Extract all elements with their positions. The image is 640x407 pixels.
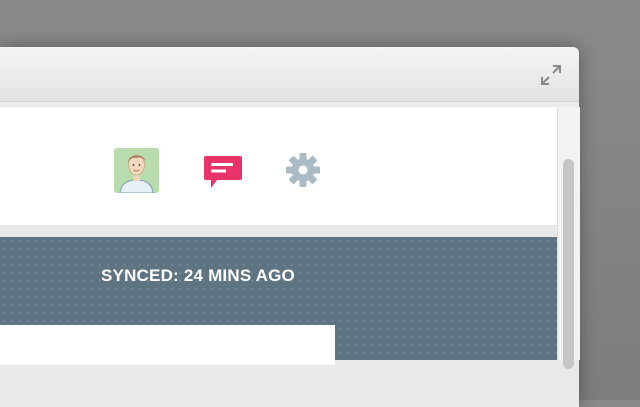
scrollbar-thumb[interactable] (563, 159, 574, 369)
avatar[interactable] (114, 148, 159, 193)
content-card[interactable] (0, 325, 335, 365)
user-avatar-icon (114, 148, 159, 193)
main-content: SYNCED: 24 MINS AGO (0, 237, 557, 365)
sync-status: SYNCED: 24 MINS AGO (101, 266, 295, 285)
chat-bubble-icon[interactable] (203, 155, 243, 191)
fullscreen-icon[interactable] (539, 63, 563, 87)
header-divider (0, 225, 557, 237)
scrollbar[interactable] (557, 107, 580, 369)
page-viewport: SYNCED: 24 MINS AGO (0, 107, 557, 365)
app-header (0, 107, 557, 225)
gear-icon[interactable] (286, 153, 320, 187)
title-bar (0, 47, 579, 101)
